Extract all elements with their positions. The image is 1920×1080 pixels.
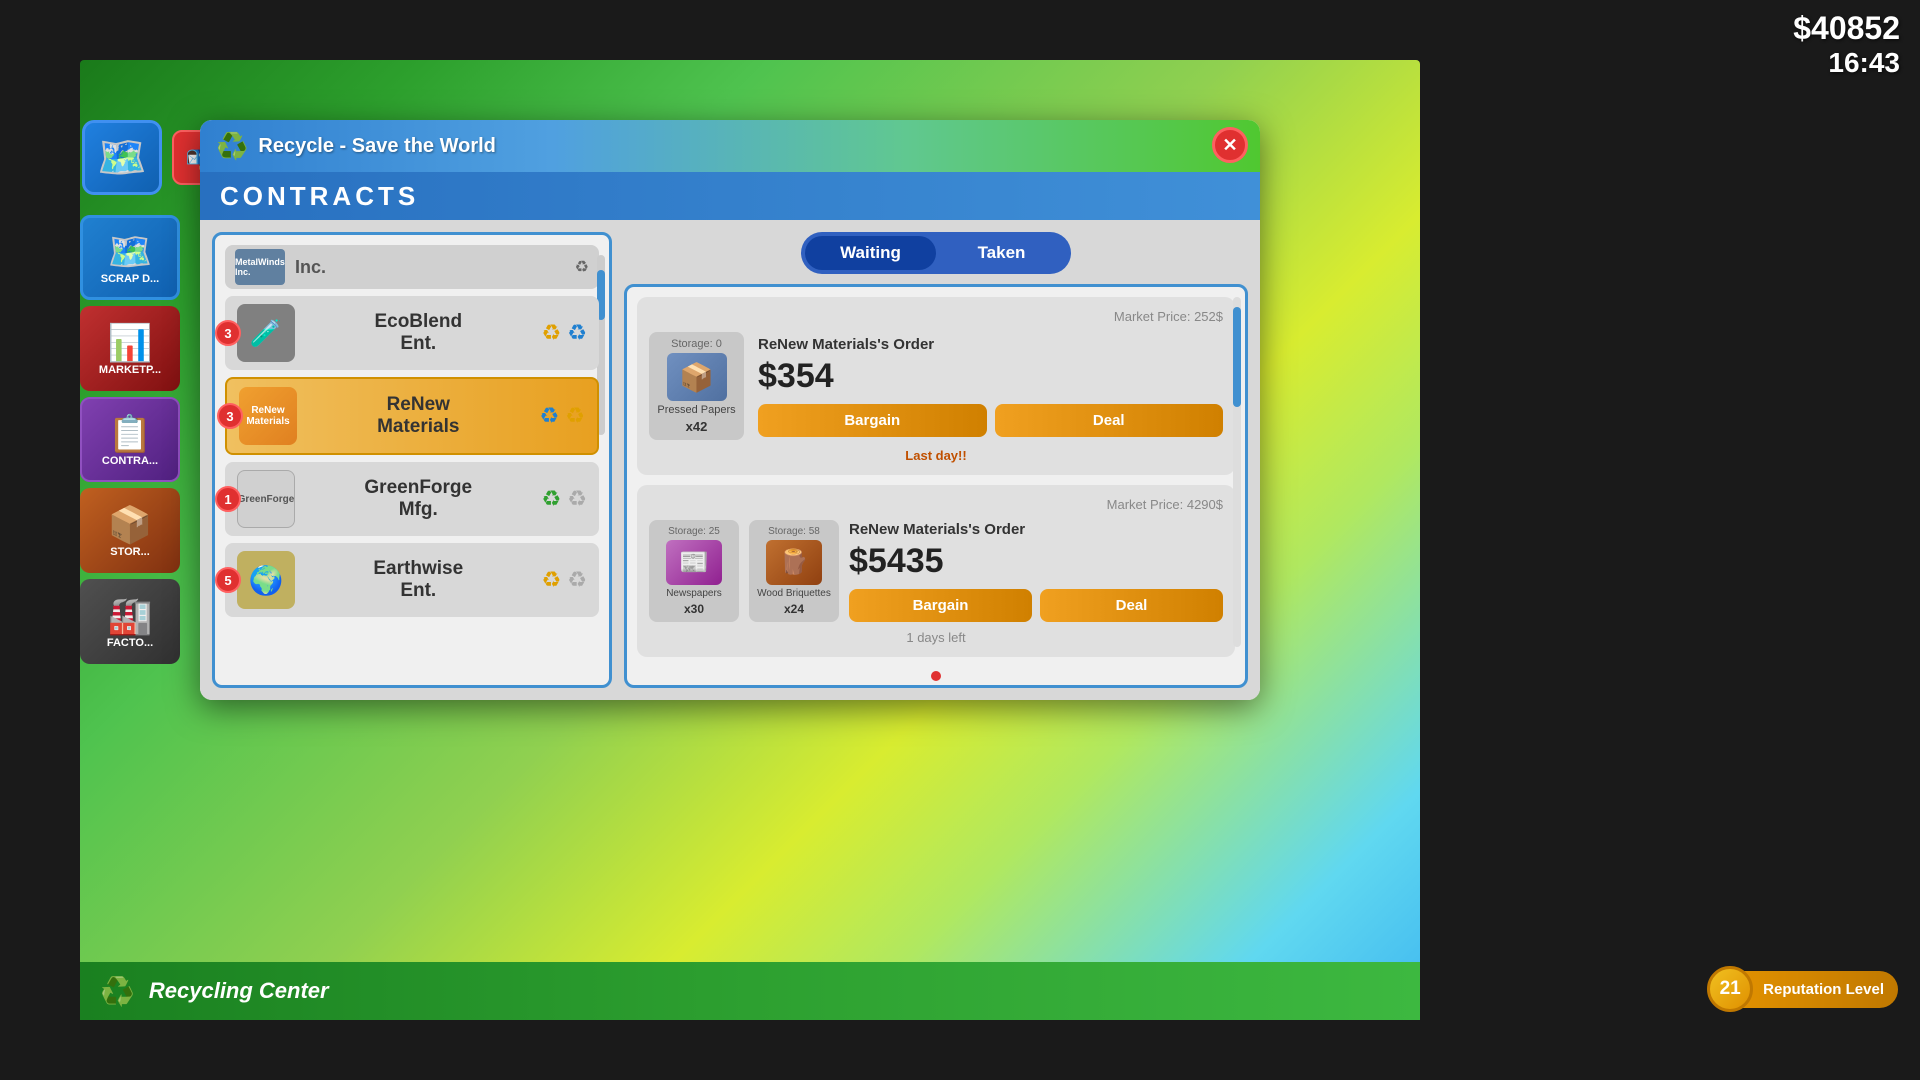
order2-price: $5435 bbox=[849, 542, 1223, 581]
company-list-panel: MetalWinds Inc. Inc. ♻ 3 🧪 EcoBlendEnt. … bbox=[212, 232, 612, 688]
order1-item1-qty: x42 bbox=[686, 419, 708, 434]
sidebar-item-map[interactable]: 🗺️ SCRAP D... bbox=[80, 215, 180, 300]
company-item-ecoblend[interactable]: 3 🧪 EcoBlendEnt. ♻ ♻ bbox=[225, 296, 599, 370]
company-item-renew[interactable]: 3 ReNew Materials ReNewMaterials ♻ ♻ bbox=[225, 377, 599, 455]
ecoblend-name: EcoBlendEnt. bbox=[307, 311, 530, 355]
order2-item1-name: Newspapers bbox=[666, 588, 722, 599]
order1-price: $354 bbox=[758, 357, 1223, 396]
order1-company: ReNew Materials's Order bbox=[758, 336, 1223, 353]
order1-info: ReNew Materials's Order $354 Bargain Dea… bbox=[758, 336, 1223, 437]
tab-taken[interactable]: Taken bbox=[936, 236, 1067, 270]
contracts-title: CONTRACTS bbox=[220, 181, 419, 212]
main-window: ♻️ Recycle - Save the World ✕ CONTRACTS … bbox=[200, 120, 1260, 700]
earthwise-name: EarthwiseEnt. bbox=[307, 558, 530, 602]
orders-container: Market Price: 252$ Storage: 0 📦 Pressed … bbox=[624, 284, 1248, 688]
market-icon: 📊 bbox=[108, 322, 153, 364]
order2-item1-storage: Storage: 25 bbox=[668, 526, 720, 537]
sidebar-market-label: MARKETP... bbox=[99, 364, 161, 376]
earthwise-logo: 🌍 bbox=[237, 551, 295, 609]
bottom-recycle-icon: ♻️ bbox=[100, 975, 135, 1008]
company-item-earthwise[interactable]: 5 🌍 EarthwiseEnt. ♻ ♻ bbox=[225, 543, 599, 617]
sidebar-item-market[interactable]: 📊 MARKETP... bbox=[80, 306, 180, 391]
order1-item-pressed-papers: Storage: 0 📦 Pressed Papers x42 bbox=[649, 332, 744, 440]
ecoblend-logo: 🧪 bbox=[237, 304, 295, 362]
orders-scrollbar[interactable] bbox=[1233, 297, 1241, 647]
sidebar-item-factory[interactable]: 🏭 FACTO... bbox=[80, 579, 180, 664]
order-card-2: Market Price: 4290$ Storage: 25 📰 Newspa… bbox=[637, 485, 1235, 657]
sidebar-item-storage[interactable]: 📦 STOR... bbox=[80, 488, 180, 573]
order2-item-newspapers: Storage: 25 📰 Newspapers x30 bbox=[649, 520, 739, 622]
greenforge-name: GreenForgeMfg. bbox=[307, 477, 530, 521]
order-card-1: Market Price: 252$ Storage: 0 📦 Pressed … bbox=[637, 297, 1235, 475]
sidebar-contracts-label: CONTRA... bbox=[102, 455, 158, 467]
orders-panel: Waiting Taken Market Price: 252$ Storage… bbox=[624, 232, 1248, 688]
order1-deal-button[interactable]: Deal bbox=[995, 404, 1224, 437]
metalwinds-name: Inc. bbox=[295, 257, 326, 278]
order1-bargain-button[interactable]: Bargain bbox=[758, 404, 987, 437]
money-display: $40852 bbox=[1793, 10, 1900, 47]
wood-briquettes-icon: 🪵 bbox=[766, 540, 822, 585]
pressed-papers-icon: 📦 bbox=[667, 353, 727, 401]
window-title-text: Recycle - Save the World bbox=[258, 135, 496, 158]
earthwise-recycling-icons: ♻ ♻ bbox=[542, 567, 587, 593]
company-item-metalwinds-partial[interactable]: MetalWinds Inc. Inc. ♻ bbox=[225, 245, 599, 289]
tab-bar: Waiting Taken bbox=[801, 232, 1071, 274]
reputation-bar: 21 Reputation Level bbox=[1707, 966, 1898, 1012]
map-icon: 🗺️ bbox=[108, 231, 153, 273]
sidebar-factory-label: FACTO... bbox=[107, 637, 153, 649]
order1-item1-name: Pressed Papers bbox=[657, 404, 735, 416]
window-body: MetalWinds Inc. Inc. ♻ 3 🧪 EcoBlendEnt. … bbox=[200, 220, 1260, 700]
order2-market-price: Market Price: 4290$ bbox=[649, 497, 1223, 512]
reputation-level-circle: 21 bbox=[1707, 966, 1753, 1012]
greenforge-badge: 1 bbox=[215, 486, 241, 512]
metalwinds-logo: MetalWinds Inc. bbox=[235, 249, 285, 285]
scroll-indicator bbox=[637, 667, 1235, 685]
bottom-bar: ♻️ Recycling Center bbox=[80, 962, 1420, 1020]
greenforge-logo: GreenForge bbox=[237, 470, 295, 528]
sidebar-storage-label: STOR... bbox=[110, 546, 150, 558]
earthwise-badge: 5 bbox=[215, 567, 241, 593]
window-title-recycle-icon: ♻️ bbox=[216, 131, 248, 162]
newspapers-icon: 📰 bbox=[666, 540, 722, 585]
order2-deadline: 1 days left bbox=[649, 630, 1223, 645]
order1-item1-storage: Storage: 0 bbox=[671, 338, 722, 350]
close-button[interactable]: ✕ bbox=[1212, 127, 1248, 163]
order2-info: ReNew Materials's Order $5435 Bargain De… bbox=[849, 521, 1223, 622]
ecoblend-badge: 3 bbox=[215, 320, 241, 346]
storage-icon: 📦 bbox=[108, 504, 153, 546]
order2-company: ReNew Materials's Order bbox=[849, 521, 1223, 538]
top-status-bar: $40852 16:43 bbox=[1793, 10, 1900, 79]
renew-recycling-icons: ♻ ♻ bbox=[540, 403, 585, 429]
greenforge-recycling-icons: ♻ ♻ bbox=[542, 486, 587, 512]
contracts-header: CONTRACTS bbox=[200, 172, 1260, 220]
order2-item2-name: Wood Briquettes bbox=[757, 588, 831, 599]
recycling-center-label: Recycling Center bbox=[149, 978, 329, 1004]
order2-item1-qty: x30 bbox=[684, 602, 704, 616]
renew-logo: ReNew Materials bbox=[239, 387, 297, 445]
ecoblend-recycling-icons: ♻ ♻ bbox=[542, 320, 587, 346]
time-display: 16:43 bbox=[1793, 47, 1900, 79]
order1-market-price: Market Price: 252$ bbox=[649, 309, 1223, 324]
contracts-icon: 📋 bbox=[108, 413, 153, 455]
company-item-greenforge[interactable]: 1 GreenForge GreenForgeMfg. ♻ ♻ bbox=[225, 462, 599, 536]
sidebar-item-contracts[interactable]: 📋 CONTRA... bbox=[80, 397, 180, 482]
sidebar-map-label: SCRAP D... bbox=[101, 273, 159, 285]
renew-badge: 3 bbox=[217, 403, 243, 429]
order2-item-wood-briquettes: Storage: 58 🪵 Wood Briquettes x24 bbox=[749, 520, 839, 622]
order1-deadline: Last day!! bbox=[649, 448, 1223, 463]
order2-item2-storage: Storage: 58 bbox=[768, 526, 820, 537]
order2-deal-button[interactable]: Deal bbox=[1040, 589, 1223, 622]
reputation-level-label: Reputation Level bbox=[1743, 971, 1898, 1008]
order2-bargain-button[interactable]: Bargain bbox=[849, 589, 1032, 622]
tab-waiting[interactable]: Waiting bbox=[805, 236, 936, 270]
window-titlebar: ♻️ Recycle - Save the World ✕ bbox=[200, 120, 1260, 172]
order2-item2-qty: x24 bbox=[784, 602, 804, 616]
nav-map-icon[interactable]: 🗺️ bbox=[82, 120, 162, 195]
renew-name: ReNewMaterials bbox=[309, 394, 528, 438]
factory-icon: 🏭 bbox=[108, 595, 153, 637]
